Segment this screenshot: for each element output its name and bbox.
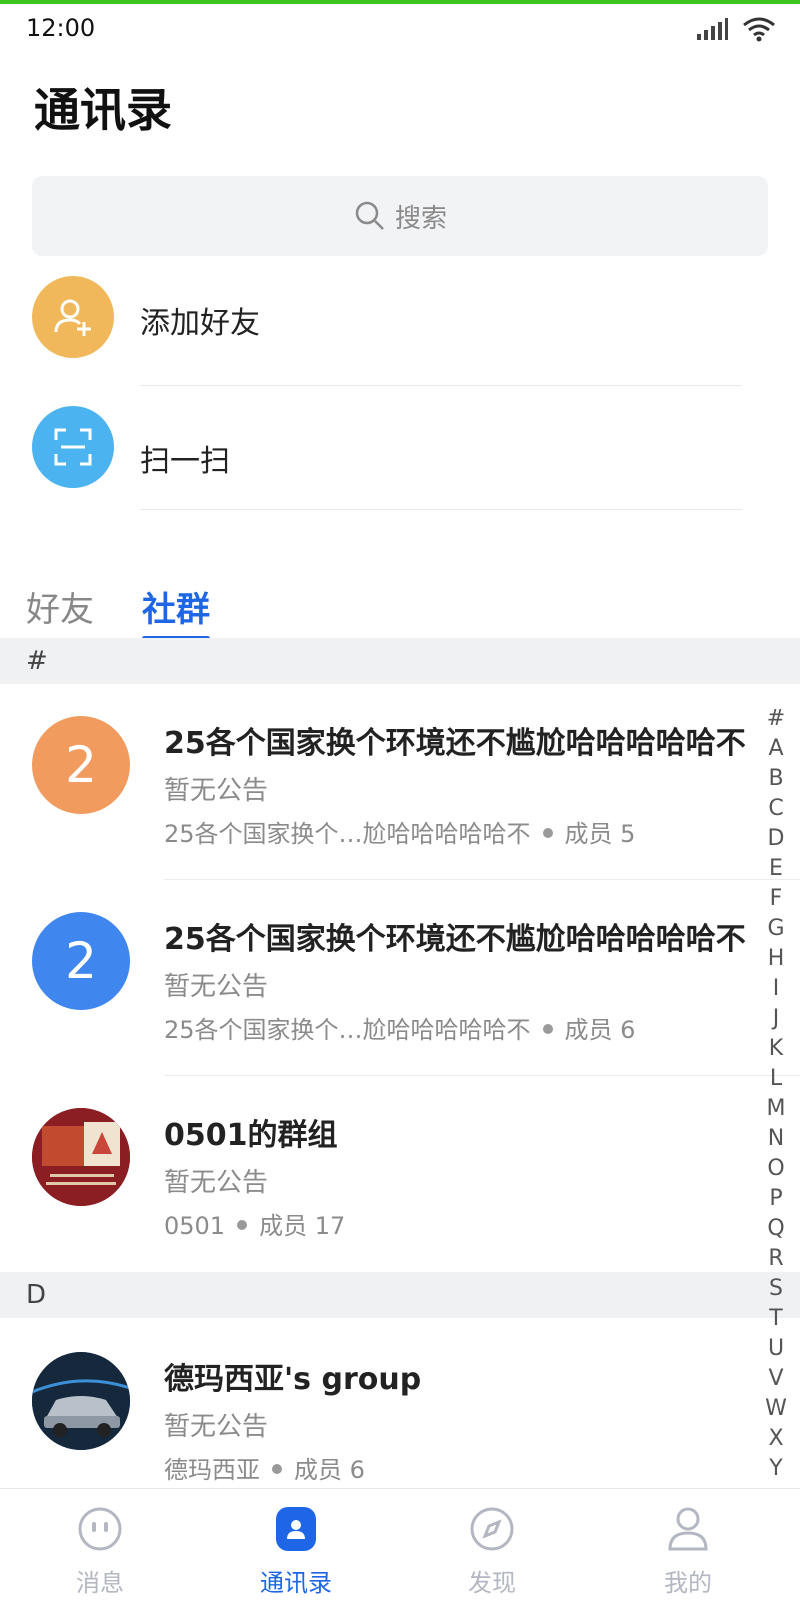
section-header-label: # bbox=[26, 646, 48, 676]
divider bbox=[140, 509, 742, 510]
section-header: D bbox=[0, 1272, 800, 1318]
group-notice: 暂无公告 bbox=[164, 1168, 269, 1198]
group-members: 成员 6 bbox=[564, 1016, 636, 1044]
group-avatar: 2 bbox=[32, 716, 130, 814]
index-letter[interactable]: F bbox=[758, 884, 794, 914]
index-letter[interactable]: S bbox=[758, 1274, 794, 1304]
group-avatar-photo bbox=[32, 1352, 130, 1450]
group-name: 0501的群组 bbox=[164, 1118, 338, 1153]
index-letter[interactable]: A bbox=[758, 734, 794, 764]
index-letter[interactable]: D bbox=[758, 824, 794, 854]
index-letter[interactable]: X bbox=[758, 1424, 794, 1454]
index-letter[interactable]: I bbox=[758, 974, 794, 1004]
group-name: 25各个国家换个环境还不尴尬哈哈哈哈哈不 bbox=[164, 726, 746, 761]
group-owner: 德玛西亚 bbox=[164, 1456, 260, 1484]
add-friend-label: 添加好友 bbox=[140, 306, 260, 341]
search-icon bbox=[355, 201, 384, 230]
group-name: 德玛西亚's group bbox=[164, 1362, 422, 1397]
nav-discover[interactable]: 发现 bbox=[392, 1489, 592, 1601]
index-letter[interactable]: J bbox=[758, 1004, 794, 1034]
tab-groups-label: 社群 bbox=[142, 590, 210, 630]
status-time: 12:00 bbox=[26, 14, 96, 42]
section-header: # bbox=[0, 638, 800, 684]
separator-dot bbox=[542, 1024, 553, 1034]
separator-dot bbox=[272, 1464, 282, 1474]
nav-discover-label: 发现 bbox=[468, 1569, 516, 1597]
index-letter[interactable]: W bbox=[758, 1394, 794, 1424]
index-letter[interactable]: R bbox=[758, 1244, 794, 1274]
index-letter[interactable]: B bbox=[758, 764, 794, 794]
status-bar: 12:00 bbox=[0, 4, 800, 52]
group-avatar: 2 bbox=[32, 912, 130, 1010]
nav-contacts-label: 通讯录 bbox=[260, 1569, 332, 1597]
compass-icon bbox=[470, 1507, 514, 1551]
group-notice: 暂无公告 bbox=[164, 776, 269, 806]
group-owner: 25各个国家换个…尬哈哈哈哈哈不 bbox=[164, 820, 531, 848]
index-letter[interactable]: T bbox=[758, 1304, 794, 1334]
nav-profile[interactable]: 我的 bbox=[588, 1489, 788, 1601]
signal-icon bbox=[697, 18, 728, 40]
scan-icon bbox=[32, 406, 114, 488]
index-letter[interactable]: # bbox=[758, 704, 794, 734]
index-letter[interactable]: L bbox=[758, 1064, 794, 1094]
index-letter[interactable]: H bbox=[758, 944, 794, 974]
avatar-text: 2 bbox=[65, 736, 97, 794]
section-header-label: D bbox=[26, 1280, 47, 1310]
message-icon bbox=[78, 1507, 122, 1551]
scan-row[interactable]: 扫一扫 bbox=[0, 406, 800, 510]
index-letter[interactable]: U bbox=[758, 1334, 794, 1364]
add-user-icon bbox=[32, 276, 114, 358]
profile-icon bbox=[668, 1507, 708, 1551]
group-members: 成员 17 bbox=[259, 1212, 346, 1240]
group-owner: 25各个国家换个…尬哈哈哈哈哈不 bbox=[164, 1016, 531, 1044]
tab-friends[interactable]: 好友 bbox=[26, 582, 94, 631]
index-letter[interactable]: N bbox=[758, 1124, 794, 1154]
group-members: 成员 5 bbox=[564, 820, 636, 848]
index-letter[interactable]: K bbox=[758, 1034, 794, 1064]
nav-contacts[interactable]: 通讯录 bbox=[196, 1489, 396, 1601]
page-title: 通讯录 bbox=[34, 83, 172, 137]
index-letter[interactable]: E bbox=[758, 854, 794, 884]
nav-messages-label: 消息 bbox=[76, 1569, 124, 1597]
group-row[interactable]: 2 25各个国家换个环境还不尴尬哈哈哈哈哈不 暂无公告 25各个国家换个…尬哈哈… bbox=[0, 880, 800, 1076]
group-owner: 0501 bbox=[164, 1212, 226, 1240]
separator-dot bbox=[237, 1220, 248, 1230]
index-letter[interactable]: Y bbox=[758, 1454, 794, 1484]
index-letter[interactable]: Q bbox=[758, 1214, 794, 1244]
tab-groups[interactable]: 社群 bbox=[142, 582, 210, 641]
group-meta: 德玛西亚 成员 6 bbox=[164, 1450, 365, 1485]
index-letter[interactable]: M bbox=[758, 1094, 794, 1124]
group-members: 成员 6 bbox=[294, 1456, 365, 1484]
alphabet-index[interactable]: # A B C D E F G H I J K L M N O P Q R S … bbox=[758, 704, 794, 1484]
index-letter[interactable]: P bbox=[758, 1184, 794, 1214]
group-row[interactable]: 德玛西亚's group 暂无公告 德玛西亚 成员 6 bbox=[0, 1320, 760, 1516]
nav-profile-label: 我的 bbox=[664, 1569, 712, 1597]
group-row[interactable]: 2 25各个国家换个环境还不尴尬哈哈哈哈哈不 暂无公告 25各个国家换个…尬哈哈… bbox=[0, 684, 800, 880]
index-letter[interactable]: O bbox=[758, 1154, 794, 1184]
group-avatar-photo bbox=[32, 1108, 130, 1206]
tab-bar: 好友 社群 bbox=[0, 572, 800, 641]
add-friend-row[interactable]: 添加好友 bbox=[0, 276, 800, 386]
index-letter[interactable]: G bbox=[758, 914, 794, 944]
group-meta: 0501 成员 17 bbox=[164, 1206, 345, 1241]
group-notice: 暂无公告 bbox=[164, 972, 269, 1002]
scan-label: 扫一扫 bbox=[140, 444, 230, 479]
search-placeholder: 搜索 bbox=[394, 203, 447, 234]
index-letter[interactable]: C bbox=[758, 794, 794, 824]
nav-messages[interactable]: 消息 bbox=[0, 1489, 200, 1601]
group-row[interactable]: 0501的群组 暂无公告 0501 成员 17 bbox=[0, 1076, 760, 1272]
wifi-icon bbox=[743, 17, 775, 42]
index-letter[interactable]: V bbox=[758, 1364, 794, 1394]
bottom-navigation: 消息 通讯录 发现 我的 bbox=[0, 1488, 800, 1601]
group-meta: 25各个国家换个…尬哈哈哈哈哈不 成员 5 bbox=[164, 814, 635, 849]
group-name: 25各个国家换个环境还不尴尬哈哈哈哈哈不 bbox=[164, 922, 746, 957]
search-bar[interactable]: 搜索 bbox=[32, 176, 768, 256]
avatar-text: 2 bbox=[65, 932, 97, 990]
divider bbox=[140, 385, 742, 386]
group-meta: 25各个国家换个…尬哈哈哈哈哈不 成员 6 bbox=[164, 1010, 635, 1045]
contacts-icon bbox=[276, 1507, 316, 1551]
group-notice: 暂无公告 bbox=[164, 1412, 269, 1442]
separator-dot bbox=[542, 828, 553, 838]
